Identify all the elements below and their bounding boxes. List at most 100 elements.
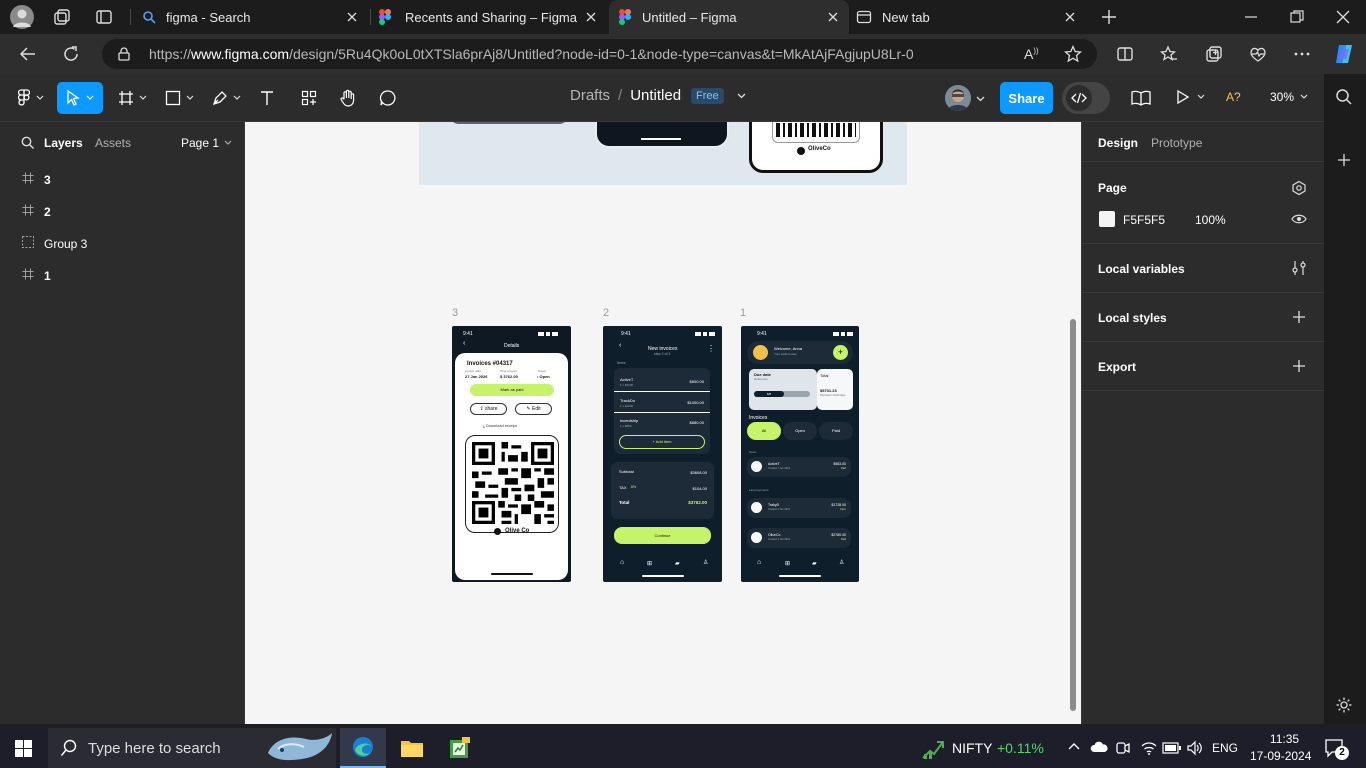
main-menu-button[interactable] — [14, 82, 48, 114]
frame-3-details-screen[interactable]: 9:41 ‹ Details Invoices #04317 invoice d… — [452, 326, 571, 582]
zoom-menu[interactable]: 30% — [1270, 90, 1308, 104]
item-row[interactable]: TrackDo 1 x $1000 $1000.00 — [614, 393, 710, 413]
lock-icon[interactable] — [117, 47, 131, 61]
move-tool-button[interactable] — [57, 82, 103, 114]
layer-item-frame-3[interactable]: 3 — [0, 163, 244, 195]
add-item-button[interactable]: + Add item — [619, 435, 705, 449]
page-color-swatch[interactable] — [1099, 211, 1115, 227]
group-3-preview[interactable]: OliveCo — [419, 122, 907, 185]
frame-label-1[interactable]: 1 — [740, 307, 746, 319]
stock-change[interactable]: +0.11% — [997, 740, 1044, 756]
hand-tool-button[interactable] — [336, 82, 360, 114]
battery-icon[interactable] — [1162, 742, 1182, 754]
clock-date[interactable]: 17-09-2024 — [1250, 749, 1311, 763]
app-taskbar-icon[interactable] — [448, 736, 472, 760]
download-receipt-link[interactable]: ⤓ Download receipt — [483, 423, 517, 428]
chevron-down-icon[interactable] — [737, 91, 746, 100]
tab-layers[interactable]: Layers — [44, 136, 83, 150]
shape-tool-button[interactable] — [161, 82, 197, 114]
edit-invoice-button[interactable]: ✎ Edit — [515, 403, 552, 415]
chevron-up-icon[interactable] — [1068, 742, 1080, 752]
chevron-down-icon[interactable] — [976, 94, 985, 103]
share-button[interactable]: Share — [1000, 82, 1053, 114]
dev-mode-toggle[interactable] — [1062, 82, 1110, 114]
eye-icon[interactable] — [1291, 213, 1307, 225]
continue-button[interactable]: Continue — [614, 527, 711, 544]
close-icon[interactable] — [583, 9, 599, 25]
windows-start-icon[interactable] — [15, 740, 32, 757]
edge-taskbar-icon[interactable] — [340, 728, 386, 768]
breadcrumb-drafts[interactable]: Drafts — [570, 87, 610, 104]
pen-tool-button[interactable] — [208, 82, 244, 114]
avatar[interactable] — [945, 85, 971, 111]
tab-design[interactable]: Design — [1098, 136, 1138, 150]
page-color-value[interactable]: F5F5F5 — [1123, 213, 1165, 227]
split-screen-icon[interactable] — [1116, 45, 1134, 63]
search-icon[interactable] — [1335, 88, 1353, 106]
search-icon[interactable] — [21, 136, 34, 149]
layer-item-frame-2[interactable]: 2 — [0, 195, 244, 227]
onedrive-icon[interactable] — [1090, 741, 1108, 753]
collections-icon[interactable] — [1205, 45, 1223, 63]
plan-badge[interactable]: Free — [691, 87, 724, 104]
invoice-row[interactable]: TrakyD Created 3 Jan 2024 $1728.00 Open — [747, 498, 851, 518]
item-row[interactable]: Incentship 1 x $880 $880.00 — [614, 414, 710, 432]
invoice-row[interactable]: OliveCo Created 1 Jan 2024 $2780.00 Paid — [747, 528, 851, 548]
file-explorer-icon[interactable] — [400, 737, 424, 759]
comment-tool-button[interactable] — [376, 82, 400, 114]
frame-1-dashboard-screen[interactable]: 9:41 Welcome, Anna Your wallet today + D… — [741, 326, 859, 582]
frame-label-2[interactable]: 2 — [603, 307, 609, 319]
local-variables-section[interactable]: Local variables — [1082, 244, 1324, 293]
item-row[interactable]: ActiveT 1 x $2000 $800.00 — [614, 372, 710, 392]
read-aloud-icon[interactable]: A)) — [1024, 46, 1039, 62]
file-name[interactable]: Untitled — [630, 87, 681, 104]
tab-actions-icon[interactable] — [95, 8, 113, 26]
variables-icon[interactable] — [1292, 260, 1306, 276]
favorite-star-icon[interactable] — [1064, 45, 1082, 63]
library-icon[interactable] — [1131, 89, 1151, 107]
share-receipt-button[interactable]: ⇪ share — [470, 403, 507, 415]
frame-tool-button[interactable] — [114, 82, 150, 114]
layer-item-group-3[interactable]: Group 3 — [0, 227, 244, 259]
text-tool-button[interactable] — [255, 82, 279, 114]
frame-label-3[interactable]: 3 — [452, 307, 458, 319]
refresh-icon[interactable] — [62, 45, 80, 63]
filter-all[interactable]: All — [747, 422, 781, 440]
new-tab-plus-icon[interactable] — [1100, 8, 1118, 26]
tab-recents-figma[interactable]: Recents and Sharing – Figma — [371, 0, 607, 34]
language-indicator[interactable]: ENG — [1212, 741, 1238, 755]
workspaces-icon[interactable] — [53, 8, 71, 26]
invoice-row[interactable]: ActiveT Created 7 Jan 2024 $983.00 Paid — [747, 457, 851, 477]
address-bar[interactable]: https://www.figma.com/design/5Ru4Qk0oL0t… — [102, 39, 1097, 69]
close-icon[interactable] — [1062, 9, 1078, 25]
wifi-icon[interactable] — [1140, 740, 1158, 756]
page-styles-icon[interactable] — [1291, 180, 1307, 196]
restore-icon[interactable] — [1289, 9, 1305, 25]
copilot-icon[interactable] — [1333, 43, 1355, 65]
design-canvas[interactable]: OliveCo 3 2 1 9:41 ‹ Details Invoices #0… — [245, 122, 1081, 724]
volume-icon[interactable] — [1186, 740, 1204, 756]
tab-figma-search[interactable]: figma - Search — [132, 0, 368, 34]
add-export-plus-icon[interactable] — [1292, 359, 1306, 373]
tab-untitled-figma[interactable]: Untitled – Figma — [609, 0, 849, 34]
add-invoice-button[interactable]: + — [833, 345, 848, 360]
browser-essentials-icon[interactable] — [1249, 45, 1267, 63]
profile-avatar-icon[interactable] — [10, 5, 34, 29]
local-styles-section[interactable]: Local styles — [1082, 293, 1324, 342]
tab-new-tab[interactable]: New tab — [850, 0, 1086, 34]
back-icon[interactable] — [19, 45, 37, 63]
filter-open[interactable]: Open — [783, 422, 817, 440]
meet-now-icon[interactable] — [1115, 740, 1131, 756]
window-close-icon[interactable] — [1335, 9, 1351, 25]
export-section[interactable]: Export — [1082, 342, 1324, 391]
tab-assets[interactable]: Assets — [95, 136, 131, 150]
page-selector[interactable]: Page 1 — [181, 136, 232, 150]
more-menu-icon[interactable] — [1293, 45, 1311, 63]
stock-name[interactable]: NIFTY — [952, 740, 992, 756]
page-opacity-value[interactable]: 100% — [1195, 213, 1226, 227]
settings-gear-icon[interactable] — [1335, 696, 1353, 714]
accessibility-check-button[interactable]: A? — [1226, 90, 1241, 104]
canvas-scrollbar[interactable] — [1070, 319, 1076, 711]
filter-paid[interactable]: Paid — [819, 422, 853, 440]
close-icon[interactable] — [344, 9, 360, 25]
